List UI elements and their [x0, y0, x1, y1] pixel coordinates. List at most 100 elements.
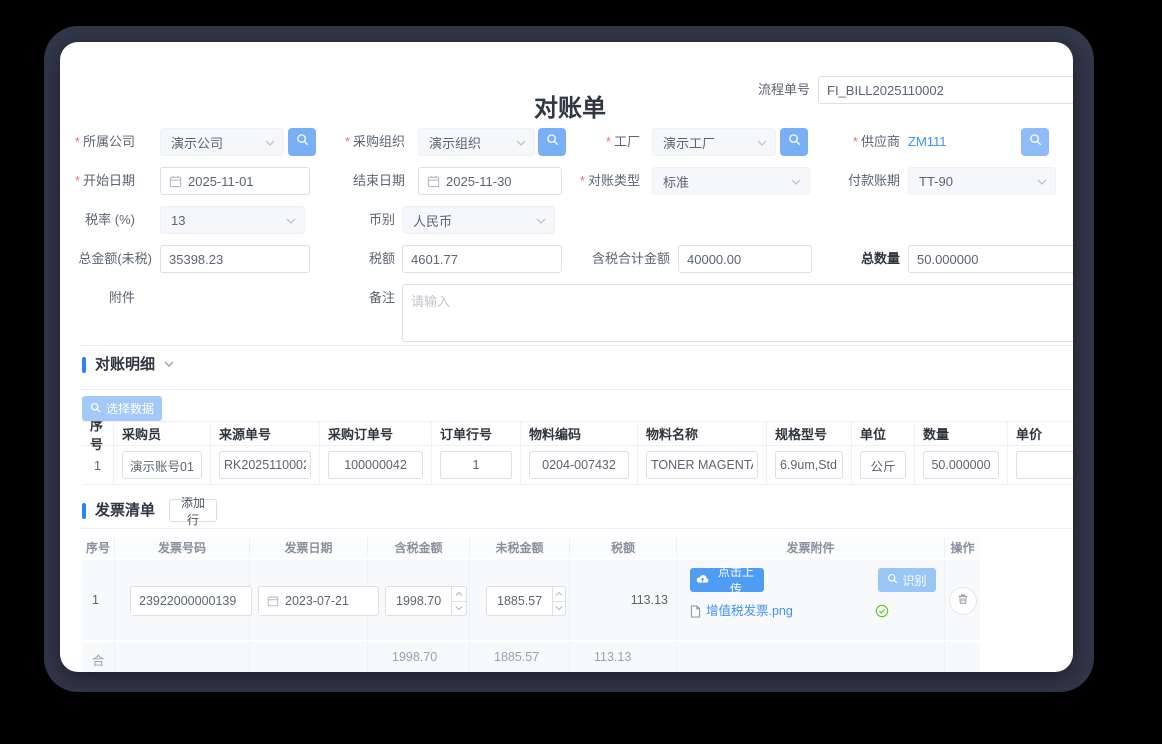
- cloud-upload-icon: [696, 573, 709, 587]
- factory-label: *工厂: [565, 128, 640, 156]
- supplier-search-button[interactable]: [1021, 128, 1049, 156]
- detail-table-row: 1: [82, 446, 1073, 485]
- upload-button[interactable]: 点击上传: [690, 568, 764, 592]
- end-date-label: 结束日期: [330, 167, 405, 195]
- currency-select[interactable]: 人民币: [402, 206, 555, 234]
- col-header: 序号: [82, 537, 115, 558]
- remark-textarea[interactable]: [402, 284, 1073, 342]
- select-data-button[interactable]: 选择数据: [82, 396, 162, 421]
- tax-rate-select[interactable]: 13: [160, 206, 305, 234]
- start-date-input[interactable]: 2025-11-01: [160, 167, 310, 195]
- chevron-down-icon: [790, 176, 802, 191]
- purchase-org-select[interactable]: 演示组织: [418, 128, 535, 156]
- col-header: 来源单号: [211, 421, 320, 446]
- col-header: 发票附件: [677, 537, 945, 558]
- spec-input[interactable]: [775, 451, 843, 479]
- buyer-input[interactable]: [122, 451, 202, 479]
- supplier-value-link[interactable]: ZM111: [908, 128, 947, 156]
- detail-table: 序号 采购员 来源单号 采购订单号 订单行号 物料编码 物料名称 规格型号 单位…: [82, 421, 1073, 485]
- factory-select[interactable]: 演示工厂: [652, 128, 776, 156]
- amount-incl-tax-label: 含税合计金额: [580, 245, 670, 273]
- stepper-up-icon[interactable]: [452, 587, 466, 602]
- start-date-label: *开始日期: [60, 167, 135, 195]
- section-divider: [80, 345, 1073, 346]
- number-stepper[interactable]: [451, 587, 466, 615]
- purchase-org-search-button[interactable]: [538, 128, 566, 156]
- calendar-icon: [427, 175, 440, 188]
- company-label: *所属公司: [60, 128, 135, 156]
- amount-excl-tax-input[interactable]: [160, 245, 310, 273]
- col-header: 操作: [945, 537, 980, 558]
- payment-term-label: 付款账期: [825, 167, 900, 195]
- unit-input[interactable]: [860, 451, 906, 479]
- material-code-input[interactable]: [529, 451, 629, 479]
- qty-input[interactable]: [923, 451, 999, 479]
- chevron-down-icon: [515, 137, 527, 152]
- po-line-input[interactable]: [440, 451, 512, 479]
- section-divider: [80, 389, 1073, 390]
- add-row-button[interactable]: 添加行: [169, 499, 217, 522]
- company-select[interactable]: 演示公司: [160, 128, 284, 156]
- chevron-down-icon: [264, 137, 276, 152]
- company-search-button[interactable]: [288, 128, 316, 156]
- invoice-table: 序号 发票号码 发票日期 含税金额 未税金额 税额 发票附件 操作 1 2023…: [82, 537, 980, 672]
- stepper-up-icon[interactable]: [553, 587, 565, 602]
- total-incl-tax: 1998.70: [368, 642, 470, 672]
- invoice-no-input[interactable]: [130, 586, 252, 616]
- factory-search-button[interactable]: [780, 128, 808, 156]
- remark-field[interactable]: [402, 284, 1073, 342]
- purchase-org-label: *采购组织: [330, 128, 405, 156]
- amount-excl-tax-label: 总金额(未税): [60, 245, 152, 273]
- amount-incl-tax-input[interactable]: [678, 245, 812, 273]
- calendar-icon: [267, 595, 279, 607]
- file-name-link[interactable]: 增值税发票.png: [706, 604, 793, 618]
- chevron-down-icon: [535, 215, 547, 230]
- material-name-input[interactable]: [646, 451, 758, 479]
- remark-label: 备注: [320, 284, 395, 312]
- col-header: 单价: [1008, 421, 1073, 446]
- invoice-section-header: 发票清单 添加行: [82, 499, 217, 522]
- search-icon: [546, 133, 559, 151]
- reconciliation-card: 对账单 流程单号 *所属公司 演示公司 *采购组织 演示组织 *工厂 演示工厂 …: [60, 42, 1073, 672]
- payment-term-select[interactable]: TT-90: [908, 167, 1056, 195]
- col-header: 采购订单号: [320, 421, 432, 446]
- recognize-button[interactable]: 识别: [878, 568, 936, 592]
- attached-file[interactable]: 增值税发票.png: [690, 604, 793, 618]
- po-no-input[interactable]: [328, 451, 423, 479]
- col-header: 含税金额: [368, 537, 470, 558]
- stepper-down-icon[interactable]: [452, 602, 466, 616]
- detail-section-title: 对账明细: [95, 356, 155, 374]
- price-input[interactable]: [1016, 451, 1073, 479]
- search-icon: [1029, 133, 1042, 151]
- number-stepper[interactable]: [552, 587, 565, 615]
- flow-no-input[interactable]: [818, 76, 1073, 104]
- invoice-total-row: 合计 1998.70 1885.57 113.13: [82, 642, 980, 672]
- source-no-input[interactable]: [219, 451, 311, 479]
- recon-type-select[interactable]: 标准: [652, 167, 810, 195]
- invoice-table-row: 1 2023-07-21 1998.70: [82, 560, 980, 640]
- search-icon: [296, 133, 309, 151]
- invoice-date-input[interactable]: 2023-07-21: [258, 586, 379, 616]
- calendar-icon: [169, 175, 182, 188]
- stepper-down-icon[interactable]: [553, 602, 565, 616]
- row-index: 1: [92, 593, 99, 607]
- col-header: 发票号码: [115, 537, 250, 558]
- total-excl-tax: 1885.57: [470, 642, 570, 672]
- flow-no-value[interactable]: [827, 83, 1073, 98]
- col-header: 数量: [915, 421, 1008, 446]
- excl-tax-amount-input[interactable]: 1885.57: [486, 586, 566, 616]
- section-divider: [80, 528, 1073, 529]
- incl-tax-amount-input[interactable]: 1998.70: [385, 586, 467, 616]
- total-qty-input[interactable]: [908, 245, 1073, 273]
- tax-amount-input[interactable]: [402, 245, 562, 273]
- end-date-input[interactable]: 2025-11-30: [418, 167, 562, 195]
- row-index: 1: [82, 446, 114, 485]
- total-qty-label: 总数量: [825, 245, 900, 273]
- delete-row-button[interactable]: [949, 587, 977, 615]
- chevron-down-icon[interactable]: [163, 357, 175, 375]
- flow-no-label: 流程单号: [700, 76, 810, 104]
- search-icon: [90, 402, 101, 416]
- detail-table-header: 序号 采购员 来源单号 采购订单号 订单行号 物料编码 物料名称 规格型号 单位…: [82, 421, 1073, 446]
- col-header: 物料名称: [638, 421, 767, 446]
- trash-icon: [957, 592, 969, 610]
